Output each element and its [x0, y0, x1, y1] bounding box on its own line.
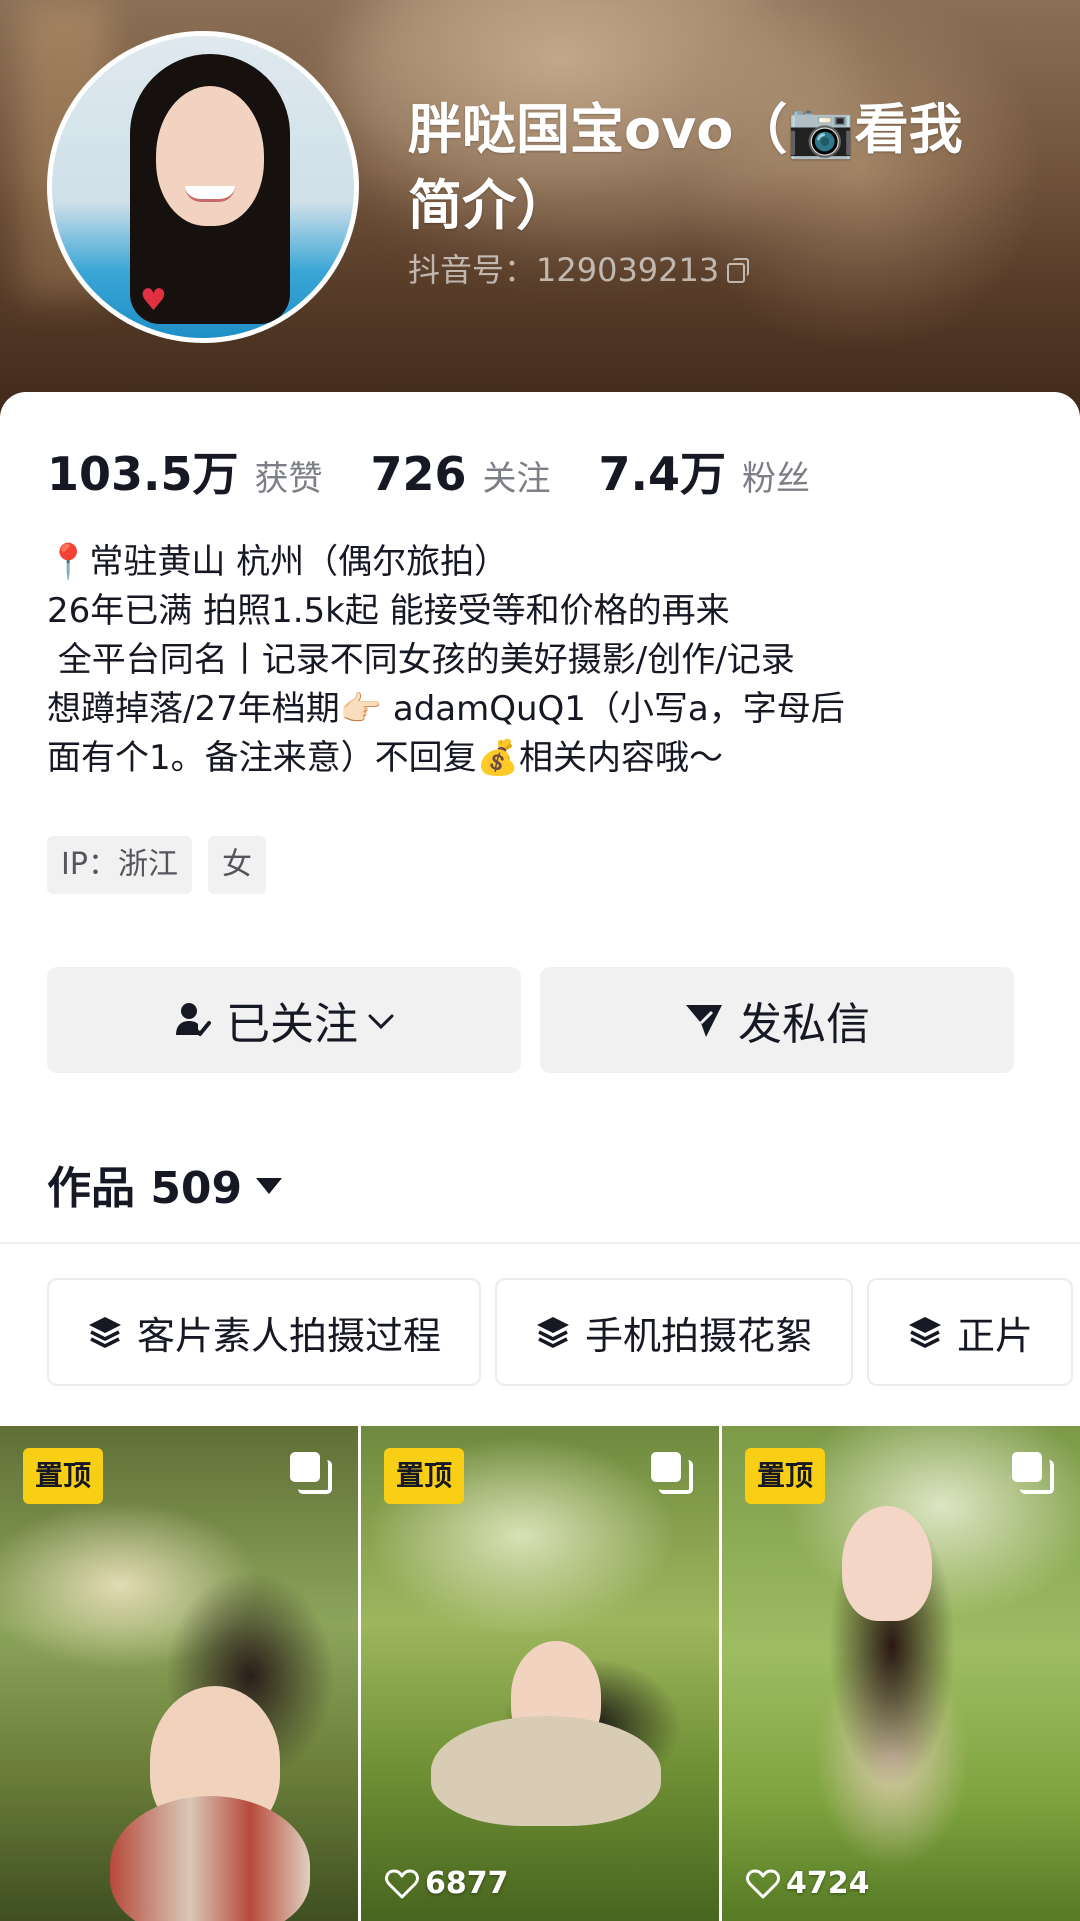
bio: 📍常驻黄山 杭州（偶尔旅拍） 26年已满 拍照1.5k起 能接受等和价格的再来 … [47, 538, 1037, 783]
collection-chip[interactable]: 客片素人拍摄过程 [47, 1278, 482, 1386]
profile-tags: IP：浙江 女 [47, 836, 282, 894]
bio-line: 📍常驻黄山 杭州（偶尔旅拍） [47, 542, 509, 582]
collection-chip[interactable]: 正片 [867, 1278, 1074, 1386]
collection-list: 客片素人拍摄过程 手机拍摄花絮 正片 [47, 1278, 1080, 1386]
stat-following-value: 726 [370, 447, 467, 501]
pinned-badge: 置顶 [384, 1448, 465, 1504]
stat-followers-value: 7.4万 [598, 447, 727, 501]
layers-icon [907, 1315, 943, 1349]
video-thumbnail[interactable]: 置顶 [0, 1426, 358, 1921]
stat-following-label: 关注 [482, 459, 551, 499]
works-count: 作品 509 [47, 1163, 243, 1214]
stats-row: 103.5万 获赞 726 关注 7.4万 粉丝 [47, 438, 858, 504]
heart-outline-icon [746, 1869, 780, 1898]
profile-header: ♥ 胖哒国宝ovo（📷看我简介） 抖音号：129039213 [0, 0, 1080, 430]
pinned-badge: 置顶 [745, 1448, 826, 1504]
nickname: 胖哒国宝ovo（📷看我简介） [408, 98, 963, 237]
collection-label: 正片 [957, 1313, 1034, 1358]
like-count-value: 4724 [786, 1866, 870, 1901]
copy-icon[interactable] [727, 258, 750, 283]
followed-button[interactable]: 已关注 [47, 967, 521, 1073]
layers-icon [535, 1315, 571, 1349]
multi-image-icon [1012, 1452, 1054, 1494]
collection-label: 手机拍摄花絮 [585, 1313, 814, 1358]
stat-followers[interactable]: 7.4万 粉丝 [599, 438, 811, 504]
followed-button-label: 已关注 [226, 999, 358, 1050]
video-thumbnail[interactable]: 置顶 6877 [361, 1426, 719, 1921]
stat-followers-label: 粉丝 [742, 459, 811, 499]
pinned-badge: 置顶 [23, 1448, 104, 1504]
collection-chip[interactable]: 手机拍摄花絮 [495, 1278, 854, 1386]
multi-image-icon [290, 1452, 332, 1494]
heart-outline-icon [385, 1869, 419, 1898]
chevron-down-icon [368, 1003, 394, 1038]
stat-likes-value: 103.5万 [47, 447, 239, 501]
avatar[interactable]: ♥ [47, 31, 359, 343]
video-thumbnail[interactable]: 置顶 4724 [722, 1426, 1080, 1921]
triangle-down-icon [256, 1178, 283, 1194]
gender-tag: 女 [207, 836, 266, 894]
bio-line: 面有个1。备注来意）不回复💰相关内容哦～ [47, 738, 723, 778]
collection-label: 客片素人拍摄过程 [137, 1313, 442, 1358]
like-count: 4724 [746, 1866, 870, 1901]
divider [0, 1242, 1080, 1244]
douyin-id-text: 抖音号：129039213 [408, 251, 720, 289]
bio-line: 想蹲掉落/27年档期👉🏻 adamQuQ1（小写a，字母后 [47, 689, 845, 729]
action-buttons: 已关注 发私信 [47, 967, 1033, 1073]
send-icon [684, 1001, 724, 1039]
stat-following[interactable]: 726 关注 [371, 447, 551, 501]
video-grid: 置顶 置顶 6877 置顶 4724 [0, 1426, 1080, 1921]
ip-location-tag: IP：浙江 [47, 836, 192, 894]
like-count: 6877 [385, 1866, 509, 1901]
bio-line: 全平台同名丨记录不同女孩的美好摄影/创作/记录 [47, 640, 795, 680]
works-tab[interactable]: 作品 509 [47, 1152, 283, 1216]
stat-likes-label: 获赞 [254, 459, 323, 499]
layers-icon [87, 1315, 123, 1349]
bio-line: 26年已满 拍照1.5k起 能接受等和价格的再来 [47, 591, 730, 631]
like-count-value: 6877 [425, 1866, 509, 1901]
multi-image-icon [651, 1452, 693, 1494]
douyin-id[interactable]: 抖音号：129039213 [408, 248, 750, 292]
send-message-button[interactable]: 发私信 [540, 967, 1014, 1073]
stat-likes[interactable]: 103.5万 获赞 [47, 438, 323, 504]
profile-card: 103.5万 获赞 726 关注 7.4万 粉丝 📍常驻黄山 杭州（偶尔旅拍） … [0, 392, 1080, 1921]
person-check-icon [174, 1001, 212, 1039]
send-message-label: 发私信 [738, 999, 870, 1050]
